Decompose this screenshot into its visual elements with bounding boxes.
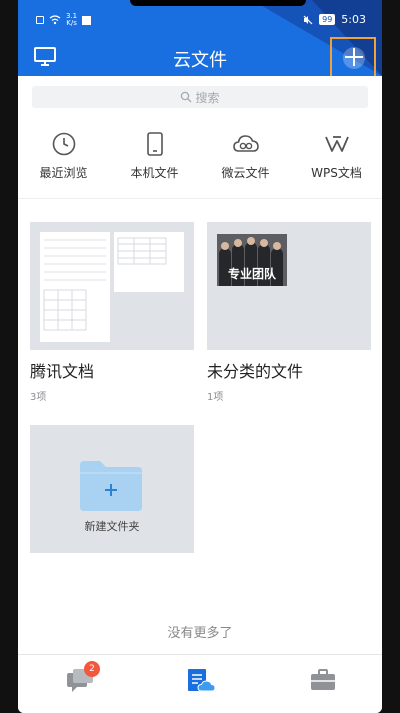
- doc-thumbnail: [40, 232, 110, 342]
- messages-badge: 2: [84, 661, 100, 677]
- document-grid-icon: [43, 239, 106, 331]
- folder-card-tencent-docs[interactable]: [30, 222, 194, 350]
- plus-icon-vertical: [353, 48, 355, 66]
- tab-messages[interactable]: 2: [66, 661, 100, 693]
- search-icon: [181, 91, 192, 103]
- quick-item-label: 本机文件: [130, 166, 179, 180]
- clock-time: 5:03: [341, 13, 366, 26]
- device-frame: 3.1 K/s 99 5:03 云文件 搜索 最近浏览 本机文件 微云文件 WP…: [0, 0, 400, 713]
- tab-cloud-files[interactable]: [186, 667, 216, 693]
- cloud-icon: [232, 135, 259, 152]
- folder-name: 腾讯文档: [30, 362, 95, 381]
- quick-item-weiyun[interactable]: 微云文件: [200, 130, 291, 190]
- sim-icon: [36, 16, 44, 24]
- tab-toolbox[interactable]: [308, 667, 338, 693]
- device-notch: [130, 0, 306, 6]
- app-screen: 3.1 K/s 99 5:03 云文件 搜索 最近浏览 本机文件 微云文件 WP…: [18, 0, 382, 713]
- quick-item-label: 最近浏览: [39, 166, 88, 180]
- folder-icon: [80, 461, 142, 511]
- spreadsheet-icon: [117, 237, 167, 265]
- folder-count: 3项: [30, 392, 47, 403]
- sheet-thumbnail: [114, 232, 184, 292]
- divider: [18, 198, 382, 199]
- search-input[interactable]: 搜索: [32, 86, 368, 108]
- mute-icon: [303, 15, 313, 24]
- status-bar: 3.1 K/s 99 5:03: [18, 10, 382, 32]
- bottom-nav: 2: [18, 654, 382, 713]
- quick-item-recent[interactable]: 最近浏览: [18, 130, 109, 190]
- wifi-icon: [49, 15, 61, 25]
- title-bar: 云文件: [18, 36, 382, 76]
- add-button[interactable]: [330, 37, 376, 76]
- header: 3.1 K/s 99 5:03 云文件: [18, 0, 382, 76]
- quick-item-label: 微云文件: [221, 166, 270, 180]
- new-folder-button[interactable]: 新建文件夹: [30, 425, 194, 553]
- network-speed: 3.1 K/s: [66, 12, 78, 27]
- briefcase-icon: [311, 669, 335, 690]
- battery-level: 99: [319, 14, 336, 25]
- team-photo-thumbnail: 专业团队: [217, 234, 287, 286]
- notification-icon: [82, 15, 92, 25]
- folder-card-uncategorized[interactable]: 专业团队: [207, 222, 371, 350]
- folder-count: 1项: [207, 392, 224, 403]
- quick-item-label: WPS文档: [311, 166, 362, 180]
- thumbnail-caption: 专业团队: [227, 267, 276, 281]
- phone-icon: [146, 132, 163, 156]
- clock-icon: [52, 132, 75, 156]
- new-folder-label: 新建文件夹: [84, 520, 140, 533]
- page-title: 云文件: [173, 50, 227, 71]
- quick-item-wps[interactable]: WPS文档: [291, 130, 382, 190]
- wps-icon: [324, 136, 349, 152]
- cloud-document-icon: [188, 669, 216, 692]
- end-of-list-text: 没有更多了: [167, 626, 233, 641]
- search-placeholder: 搜索: [195, 90, 220, 105]
- folder-name: 未分类的文件: [207, 362, 304, 381]
- quick-item-local[interactable]: 本机文件: [109, 130, 200, 190]
- quick-access-row: 最近浏览 本机文件 微云文件 WPS文档: [18, 130, 382, 190]
